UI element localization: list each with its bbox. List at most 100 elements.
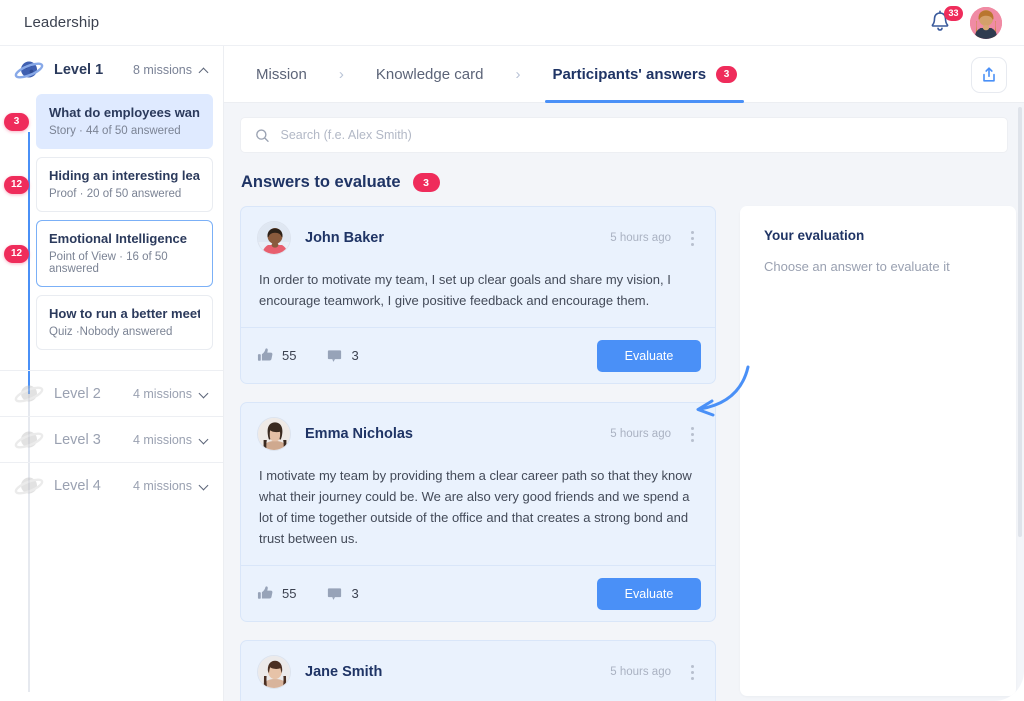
section-title: Answers to evaluate <box>241 173 401 191</box>
list-item[interactable]: 12 Emotional Intelligence Point of View … <box>4 220 213 287</box>
level-meta: 4 missions <box>133 433 209 447</box>
planet-icon <box>14 475 44 497</box>
sidebar-item-mission-4[interactable]: How to run a better meeting Quiz ·Nobody… <box>36 295 213 350</box>
list-item[interactable]: How to run a better meeting Quiz ·Nobody… <box>36 295 213 350</box>
kebab-menu-icon[interactable] <box>685 663 699 681</box>
evaluation-title: Your evaluation <box>764 228 865 243</box>
comment-count: 3 <box>351 348 359 363</box>
evaluation-panel: Your evaluation Choose an answer to eval… <box>740 206 1016 696</box>
answer-footer: 55 3 Evaluate <box>241 565 715 621</box>
chevron-down-icon[interactable] <box>200 389 209 398</box>
tab-knowledge-card[interactable]: Knowledge card <box>372 46 488 103</box>
like-count: 55 <box>282 348 297 363</box>
like-stat[interactable]: 55 <box>257 585 296 602</box>
mission-subtitle: Quiz ·Nobody answered <box>49 326 173 338</box>
top-bar: Leadership 33 <box>0 0 1024 46</box>
evaluate-button[interactable]: Evaluate <box>597 577 701 610</box>
planet-icon <box>14 59 44 81</box>
answer-timestamp: 5 hours ago <box>610 428 671 440</box>
section-header: Answers to evaluate 3 <box>241 173 1008 192</box>
answer-card-1[interactable]: John Baker 5 hours ago In order to motiv… <box>240 206 716 384</box>
evaluation-column: Your evaluation Choose an answer to eval… <box>740 206 1016 696</box>
level-name: Level 3 <box>54 431 101 448</box>
search-bar[interactable] <box>240 117 1008 153</box>
top-bar-actions: 33 <box>928 5 1002 39</box>
kebab-menu-icon[interactable] <box>685 229 699 247</box>
sidebar: Level 1 8 missions 3 What do employees w… <box>0 46 224 701</box>
sidebar-mission-list: 3 What do employees want? Story · 44 of … <box>0 94 223 350</box>
list-item[interactable]: 3 What do employees want? Story · 44 of … <box>4 94 213 149</box>
avatar[interactable] <box>970 6 1002 39</box>
level-missions-count: 4 missions <box>132 386 192 401</box>
comment-icon <box>328 588 342 600</box>
tab-participants-answers[interactable]: Participants' answers 3 <box>545 46 744 103</box>
comment-count: 3 <box>351 586 359 601</box>
answer-author: Emma Nicholas <box>305 426 413 442</box>
level-missions-count: 4 missions <box>132 478 192 493</box>
tab-bar: Mission › Knowledge card › Participants'… <box>224 46 1024 103</box>
avatar-image-jane-smith <box>258 656 290 688</box>
sidebar-item-level-3[interactable]: Level 3 4 missions <box>0 416 223 462</box>
tab-badge: 3 <box>716 65 738 83</box>
sidebar-item-level-4[interactable]: Level 4 4 missions <box>0 462 223 508</box>
comment-icon <box>328 350 342 362</box>
sidebar-item-level-2[interactable]: Level 2 4 missions <box>0 370 223 416</box>
level-meta: 4 missions <box>133 479 209 493</box>
sidebar-level-meta: 8 missions <box>133 63 209 77</box>
thumbs-up-icon <box>257 586 273 599</box>
search-icon <box>256 128 269 142</box>
mission-badge: 12 <box>4 244 29 263</box>
tab-label: Mission <box>256 65 307 83</box>
chevron-up-icon[interactable] <box>200 66 209 75</box>
comment-stat[interactable]: 3 <box>326 585 359 602</box>
sidebar-level-header[interactable]: Level 1 8 missions <box>0 46 223 94</box>
level-missions-count: 4 missions <box>132 432 192 447</box>
notification-count-badge: 33 <box>944 5 963 21</box>
answer-card-3[interactable]: Jane Smith 5 hours ago I ensure that my … <box>240 640 716 701</box>
level-name: Level 2 <box>54 385 101 402</box>
sidebar-item-mission-2[interactable]: Hiding an interesting leader... Proof · … <box>36 157 213 212</box>
like-stat[interactable]: 55 <box>257 347 296 364</box>
chevron-down-icon[interactable] <box>200 481 209 490</box>
search-input[interactable] <box>280 128 993 142</box>
app-window: Leadership 33 Level 1 8 missions 3 What … <box>0 0 1024 701</box>
level-name: Level 4 <box>54 477 101 494</box>
columns: John Baker 5 hours ago In order to motiv… <box>240 206 1016 701</box>
breadcrumb-separator-icon: › <box>515 65 521 83</box>
answer-text: I motivate my team by providing them a c… <box>259 468 692 546</box>
sidebar-item-mission-1[interactable]: What do employees want? Story · 44 of 50… <box>36 94 213 149</box>
share-button[interactable] <box>971 57 1007 93</box>
kebab-menu-icon[interactable] <box>685 425 699 443</box>
sidebar-level-name: Level 1 <box>54 62 104 78</box>
answer-header: Emma Nicholas 5 hours ago <box>241 403 715 461</box>
content-scrollbar[interactable] <box>1018 107 1022 537</box>
mission-subtitle: Proof · 20 of 50 answered <box>49 188 182 200</box>
mission-badge: 3 <box>4 112 29 131</box>
breadcrumb-separator-icon: › <box>338 65 344 83</box>
answer-header: Jane Smith 5 hours ago <box>241 641 715 699</box>
avatar <box>257 655 291 689</box>
list-item[interactable]: 12 Hiding an interesting leader... Proof… <box>4 157 213 212</box>
chevron-down-icon[interactable] <box>200 435 209 444</box>
answer-author: John Baker <box>305 230 384 246</box>
like-count: 55 <box>282 586 297 601</box>
evaluate-button[interactable]: Evaluate <box>597 339 701 372</box>
mission-subtitle: Point of View · 16 of 50 answered <box>49 251 168 275</box>
evaluation-empty-text: Choose an answer to evaluate it <box>764 259 950 274</box>
answer-timestamp: 5 hours ago <box>610 666 671 678</box>
page-title: Leadership <box>24 14 100 31</box>
notifications-button[interactable]: 33 <box>928 5 963 37</box>
answer-card-2[interactable]: Emma Nicholas 5 hours ago I motivate my … <box>240 402 716 622</box>
content-area: Answers to evaluate 3 <box>224 103 1024 701</box>
comment-stat[interactable]: 3 <box>326 347 359 364</box>
tab-mission[interactable]: Mission <box>252 46 311 103</box>
mission-title: Hiding an interesting leader... <box>49 168 200 183</box>
mission-badge: 12 <box>4 175 29 194</box>
user-avatar-image <box>970 6 1002 39</box>
upload-share-icon <box>983 67 995 82</box>
answer-footer: 55 3 Evaluate <box>241 327 715 383</box>
avatar-image-john-baker <box>258 222 290 254</box>
sidebar-item-mission-3[interactable]: Emotional Intelligence Point of View · 1… <box>36 220 213 287</box>
planet-icon <box>14 383 44 405</box>
answer-timestamp: 5 hours ago <box>610 232 671 244</box>
